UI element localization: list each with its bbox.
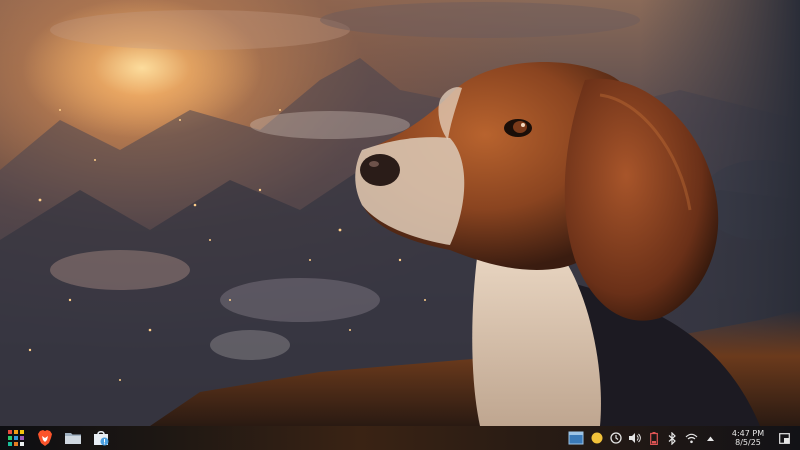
- sticky-note-icon: [591, 432, 602, 444]
- store-bag-icon: [94, 430, 109, 446]
- folder-icon: [65, 433, 81, 444]
- show-desktop-icon: [778, 432, 790, 444]
- battery-tray-button[interactable]: [644, 426, 663, 450]
- update-icon: [609, 432, 622, 444]
- show-desktop-button[interactable]: [774, 426, 794, 450]
- wallpaper-image: [0, 0, 800, 426]
- system-tray: 4:47 PM 8/5/25: [565, 426, 800, 450]
- brave-lion-icon: [38, 430, 52, 446]
- desktop-pager-button[interactable]: [565, 426, 587, 450]
- app-launcher-button[interactable]: [3, 426, 29, 450]
- bluetooth-icon: [668, 431, 676, 445]
- updates-tray-button[interactable]: [606, 426, 625, 450]
- chevron-up-icon: [707, 436, 714, 441]
- speaker-icon: [629, 433, 641, 443]
- taskbar-left: [0, 426, 114, 450]
- window-icon: [568, 431, 584, 445]
- taskbar: 4:47 PM 8/5/25: [0, 426, 800, 450]
- wifi-icon: [685, 433, 698, 443]
- app-grid-icon: [8, 430, 24, 446]
- battery-icon: [649, 431, 658, 445]
- clock-date: 8/5/25: [735, 438, 761, 447]
- volume-tray-button[interactable]: [625, 426, 644, 450]
- notes-tray-button[interactable]: [587, 426, 606, 450]
- tray-expander-button[interactable]: [701, 426, 720, 450]
- clock[interactable]: 4:47 PM 8/5/25: [726, 426, 770, 450]
- desktop[interactable]: [0, 0, 800, 426]
- network-tray-button[interactable]: [682, 426, 701, 450]
- file-manager-button[interactable]: [60, 426, 86, 450]
- software-store-button[interactable]: [88, 426, 114, 450]
- clock-time: 4:47 PM: [731, 429, 765, 438]
- brave-browser-button[interactable]: [32, 426, 58, 450]
- bluetooth-tray-button[interactable]: [663, 426, 682, 450]
